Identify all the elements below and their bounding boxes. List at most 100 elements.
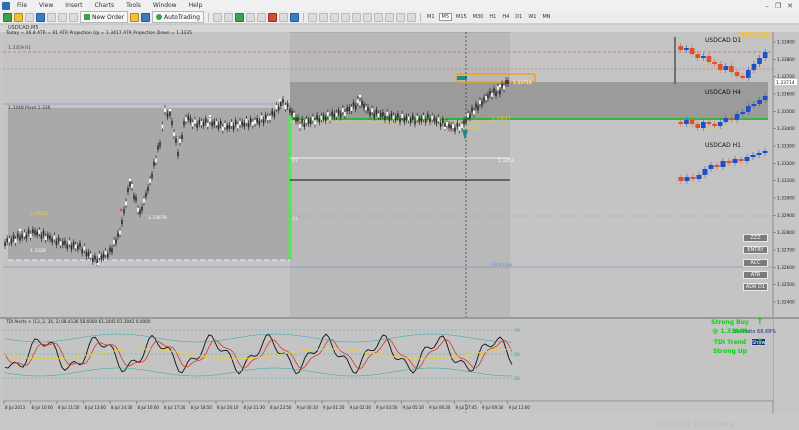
tile-windows-icon[interactable]	[235, 12, 244, 22]
candle-body	[461, 124, 463, 129]
menu-help[interactable]: Help	[184, 2, 208, 9]
trendline-icon[interactable]	[352, 12, 361, 22]
menu-file[interactable]: File	[12, 2, 32, 9]
candle-body	[399, 118, 401, 123]
candle-body	[224, 123, 226, 128]
candle-body	[141, 206, 143, 211]
candle-body	[226, 125, 228, 130]
market-watch-icon[interactable]	[25, 12, 34, 22]
terminal-icon[interactable]	[58, 12, 67, 22]
current-marker	[457, 76, 467, 80]
candle-body	[25, 234, 28, 239]
text-label-icon[interactable]	[396, 12, 405, 22]
zoom-in-icon[interactable]	[213, 12, 222, 22]
level-label-top: 1.3359 R1	[8, 45, 31, 51]
candle-body	[53, 235, 56, 240]
candle-body	[59, 241, 62, 246]
mini-candle-body	[717, 122, 723, 126]
minimize-icon[interactable]: –	[765, 2, 769, 10]
candle-body	[388, 116, 391, 121]
data-window-icon[interactable]	[36, 12, 45, 22]
candle-body	[348, 107, 351, 112]
tf-mn[interactable]: MN	[540, 14, 552, 20]
candle-body	[365, 106, 367, 111]
arrows-icon[interactable]	[407, 12, 416, 22]
atr-button[interactable]: ATR	[743, 271, 768, 279]
menu-tools[interactable]: Tools	[121, 2, 146, 9]
periods-icon[interactable]	[279, 12, 288, 22]
crosshair-icon[interactable]	[319, 12, 328, 22]
fibonacci-icon[interactable]	[374, 12, 383, 22]
restore-icon[interactable]: ❐	[775, 2, 781, 10]
menu-window[interactable]: Window	[148, 2, 182, 9]
candle-body	[194, 119, 196, 124]
tf-w1[interactable]: W1	[526, 14, 538, 20]
candle-body	[87, 251, 90, 256]
acc-button[interactable]: ACC	[743, 259, 768, 267]
strategy-tester-icon[interactable]	[69, 12, 78, 22]
zzz-button[interactable]: ZZZ	[743, 234, 768, 242]
text-icon[interactable]	[385, 12, 394, 22]
metaeditor-icon[interactable]	[130, 12, 140, 22]
chart-svg[interactable]: 1.3359 R1 1.3348 Pivot 1.336 1.33528 1.3…	[0, 31, 799, 413]
tf-m5[interactable]: M5	[438, 13, 452, 21]
tf-m30[interactable]: M30	[471, 14, 486, 20]
x-tick-label: 8 Jul 17:20	[164, 405, 186, 410]
candle-body	[418, 118, 421, 123]
candle-body	[412, 115, 414, 120]
autoscroll-icon[interactable]	[257, 12, 266, 22]
close-icon[interactable]: ✕	[787, 2, 793, 10]
candle-body	[352, 102, 355, 107]
adr-d1-button[interactable]: ADR D1	[743, 283, 768, 291]
cursor-icon[interactable]	[308, 12, 317, 22]
mini-candle-body	[689, 120, 695, 124]
candle-body	[241, 121, 243, 126]
candle-body	[479, 100, 481, 105]
options-icon[interactable]	[141, 12, 151, 22]
y-tick-label: 1.32700	[777, 248, 795, 254]
candle-body	[256, 118, 258, 123]
candle-body	[211, 122, 213, 127]
x-tick-label: 8 Jul 16:00	[138, 405, 160, 410]
tf-h1[interactable]: H1	[487, 14, 498, 20]
menu-view[interactable]: View	[34, 2, 58, 9]
candle-body	[405, 116, 408, 121]
candle-body	[401, 113, 403, 118]
indicators-icon[interactable]	[268, 12, 277, 22]
entry-button[interactable]: ENTRY	[743, 246, 768, 254]
menu-charts[interactable]: Charts	[90, 2, 120, 9]
mini-candle-body	[750, 155, 756, 157]
candle-body	[467, 113, 469, 118]
chart-shift-icon[interactable]	[246, 12, 255, 22]
candle-body	[64, 240, 66, 245]
mini-candle-body	[729, 66, 734, 72]
tf-m15[interactable]: M15	[454, 14, 469, 20]
navigator-icon[interactable]	[47, 12, 56, 22]
candle-body	[327, 112, 329, 117]
candle-body	[4, 241, 6, 246]
candle-body	[109, 247, 111, 252]
tf-m1[interactable]: M1	[425, 14, 437, 20]
mini-candle-body	[720, 161, 726, 167]
zoom-out-icon[interactable]	[224, 12, 233, 22]
equidistant-channel-icon[interactable]	[363, 12, 372, 22]
candle-body	[17, 233, 19, 238]
swing-dot	[278, 98, 282, 102]
candle-body	[179, 138, 181, 143]
templates-icon[interactable]	[290, 12, 299, 22]
new-order-button[interactable]: New Order	[80, 11, 129, 23]
tf-h4[interactable]: H4	[500, 14, 511, 20]
candle-body	[262, 119, 265, 124]
vertical-line-icon[interactable]	[330, 12, 339, 22]
y-tick-label: 1.33600	[777, 92, 795, 98]
candle-body	[452, 124, 454, 129]
menu-insert[interactable]: Insert	[60, 2, 87, 9]
tf-d1[interactable]: D1	[513, 14, 524, 20]
candle-body	[301, 118, 303, 123]
new-chart-icon[interactable]	[3, 12, 12, 22]
chart-area[interactable]: 1.3359 R1 1.3348 Pivot 1.336 1.33528 1.3…	[0, 31, 799, 430]
autotrading-button[interactable]: AutoTrading	[152, 11, 204, 23]
candle-body	[121, 220, 123, 225]
horizontal-line-icon[interactable]	[341, 12, 350, 22]
profiles-icon[interactable]	[14, 12, 23, 22]
